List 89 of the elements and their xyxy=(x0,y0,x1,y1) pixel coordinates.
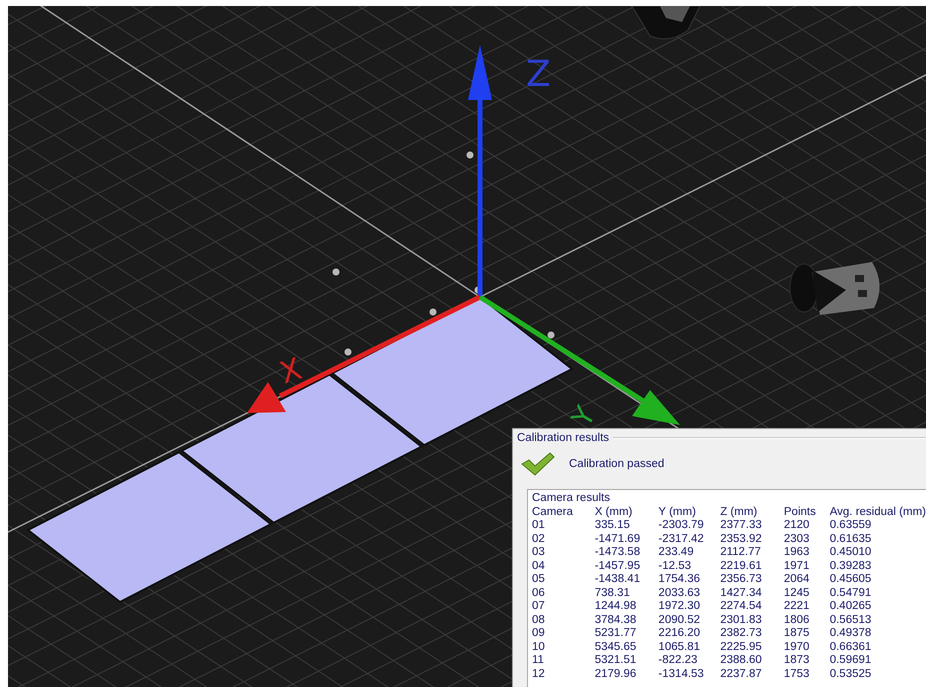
table-cell-text: 2219.61 xyxy=(720,560,763,573)
table-cell-text: 0.49378 xyxy=(830,627,872,640)
table-cell-text: 1753 xyxy=(784,668,810,681)
table-cell-text: 0.40265 xyxy=(830,600,872,614)
table-cell-text: 1065.81 xyxy=(658,640,701,654)
table-cell-text: 5345.65 xyxy=(594,640,638,654)
table-cell-text: 2303 xyxy=(784,532,810,546)
table-cell-text: 1244.98 xyxy=(594,600,638,614)
table-cell-text: -1438.41 xyxy=(594,573,642,586)
table-cell-text: 233.49 xyxy=(658,546,695,560)
marker-dot xyxy=(332,268,340,276)
marker-dot xyxy=(430,308,436,316)
table-cell: 335.15 xyxy=(594,519,658,532)
marker-dot xyxy=(466,152,474,158)
table-cell-text: 2064 xyxy=(784,573,810,586)
table-cell-text: 06 xyxy=(532,586,546,600)
table-cell-text: 2237.87 xyxy=(720,668,763,681)
table-cell-text: 07 xyxy=(532,600,546,614)
table-cell-text: 1875 xyxy=(784,627,810,640)
column-header: Z (mm) xyxy=(720,506,758,519)
axis-label: Y xyxy=(565,400,602,432)
table-cell-text: 0.61635 xyxy=(830,532,872,546)
table-cell-text: 08 xyxy=(532,614,546,627)
table-cell-text: 0.59691 xyxy=(830,654,872,668)
table-cell-text: 0.53525 xyxy=(830,668,872,681)
table-cell-text: 11 xyxy=(532,654,545,668)
table-cell: 2377.33 xyxy=(720,519,784,532)
table-cell-text: 1970 xyxy=(784,640,810,654)
axis-label: Z xyxy=(526,54,551,95)
table-cell: 2179.96 xyxy=(594,668,658,681)
column-header: Avg. residual (mm) xyxy=(830,506,926,519)
table-cell-text: 01 xyxy=(532,519,546,532)
table-cell: 2353.92 xyxy=(720,532,784,546)
table-cell-text: 0.56513 xyxy=(830,614,872,627)
table-cell-text: 04 xyxy=(532,560,546,573)
table-cell-text: 03 xyxy=(532,546,546,560)
table-cell-text: 1873 xyxy=(784,654,810,668)
table-cell-text: 0.54791 xyxy=(830,586,872,600)
marker-dot xyxy=(344,348,352,356)
table-cell-text: 0.39283 xyxy=(830,560,872,573)
table-cell-text: 2221 xyxy=(784,600,810,614)
table-cell: 2356.73 xyxy=(720,573,784,586)
table-cell-text: 0.63559 xyxy=(830,519,872,532)
table-cell: -1457.95 xyxy=(594,560,658,573)
table-cell-text: -2303.79 xyxy=(658,519,705,532)
table-cell-text: 1971 xyxy=(784,560,810,573)
table-cell-text: 2216.20 xyxy=(658,627,701,640)
table-cell-text: 0.45605 xyxy=(830,573,872,586)
table-cell-text: 1754.36 xyxy=(658,573,701,586)
column-header: Camera xyxy=(532,506,574,519)
table-cell-text: 2112.77 xyxy=(720,546,762,560)
axis-label: X xyxy=(276,352,306,392)
panel-title: Calibration results xyxy=(517,432,610,444)
table-cell-text: 2120 xyxy=(784,519,810,532)
table-cell: 5321.51 xyxy=(594,654,658,668)
table-cell-text: 10 xyxy=(532,640,546,654)
table-cell-text: 2382.73 xyxy=(720,627,763,640)
table-cell-text: 02 xyxy=(532,532,546,546)
table-cell: 3784.38 xyxy=(594,614,658,627)
table-cell-text: 1963 xyxy=(784,546,810,560)
table-cell-text: 1972.30 xyxy=(658,600,701,614)
column-header: Points xyxy=(784,506,830,519)
table-cell-text: 1427.34 xyxy=(720,586,763,600)
table-cell-text: 0.45010 xyxy=(830,546,872,560)
table-cell: -1471.69 xyxy=(594,532,658,546)
table-cell-text: 12 xyxy=(532,668,546,681)
marker-dot xyxy=(548,332,554,338)
table-cell-text: 2301.83 xyxy=(720,614,763,627)
table-cell-text: -822.23 xyxy=(658,654,698,668)
table-cell-text: 2225.95 xyxy=(720,640,763,654)
table-cell-text: 05 xyxy=(532,573,546,586)
table-cell-text: 1245 xyxy=(784,586,810,600)
table-cell-text: 1806 xyxy=(784,614,810,627)
table-cell-text: -2317.42 xyxy=(658,532,705,546)
status-text: Calibration passed xyxy=(569,458,664,470)
table-cell-text: 2388.60 xyxy=(720,654,763,668)
table-cell-text: 2033.63 xyxy=(658,586,701,600)
table-cell: 2274.54 xyxy=(720,600,784,614)
table-cell-text: -1314.53 xyxy=(658,668,705,681)
table-cell-text: 2090.52 xyxy=(658,614,701,627)
table-cell-text: -12.53 xyxy=(658,560,692,573)
table-cell: 5231.77 xyxy=(594,627,658,640)
table-cell: 738.31 xyxy=(594,586,658,600)
table-cell: -1473.58 xyxy=(594,546,658,560)
column-header: X (mm) xyxy=(594,506,658,519)
column-header: Y (mm) xyxy=(658,506,697,519)
table-cell-text: 09 xyxy=(532,627,546,640)
table-cell-text: 0.66361 xyxy=(830,640,872,654)
table-title: Camera results xyxy=(532,492,611,506)
